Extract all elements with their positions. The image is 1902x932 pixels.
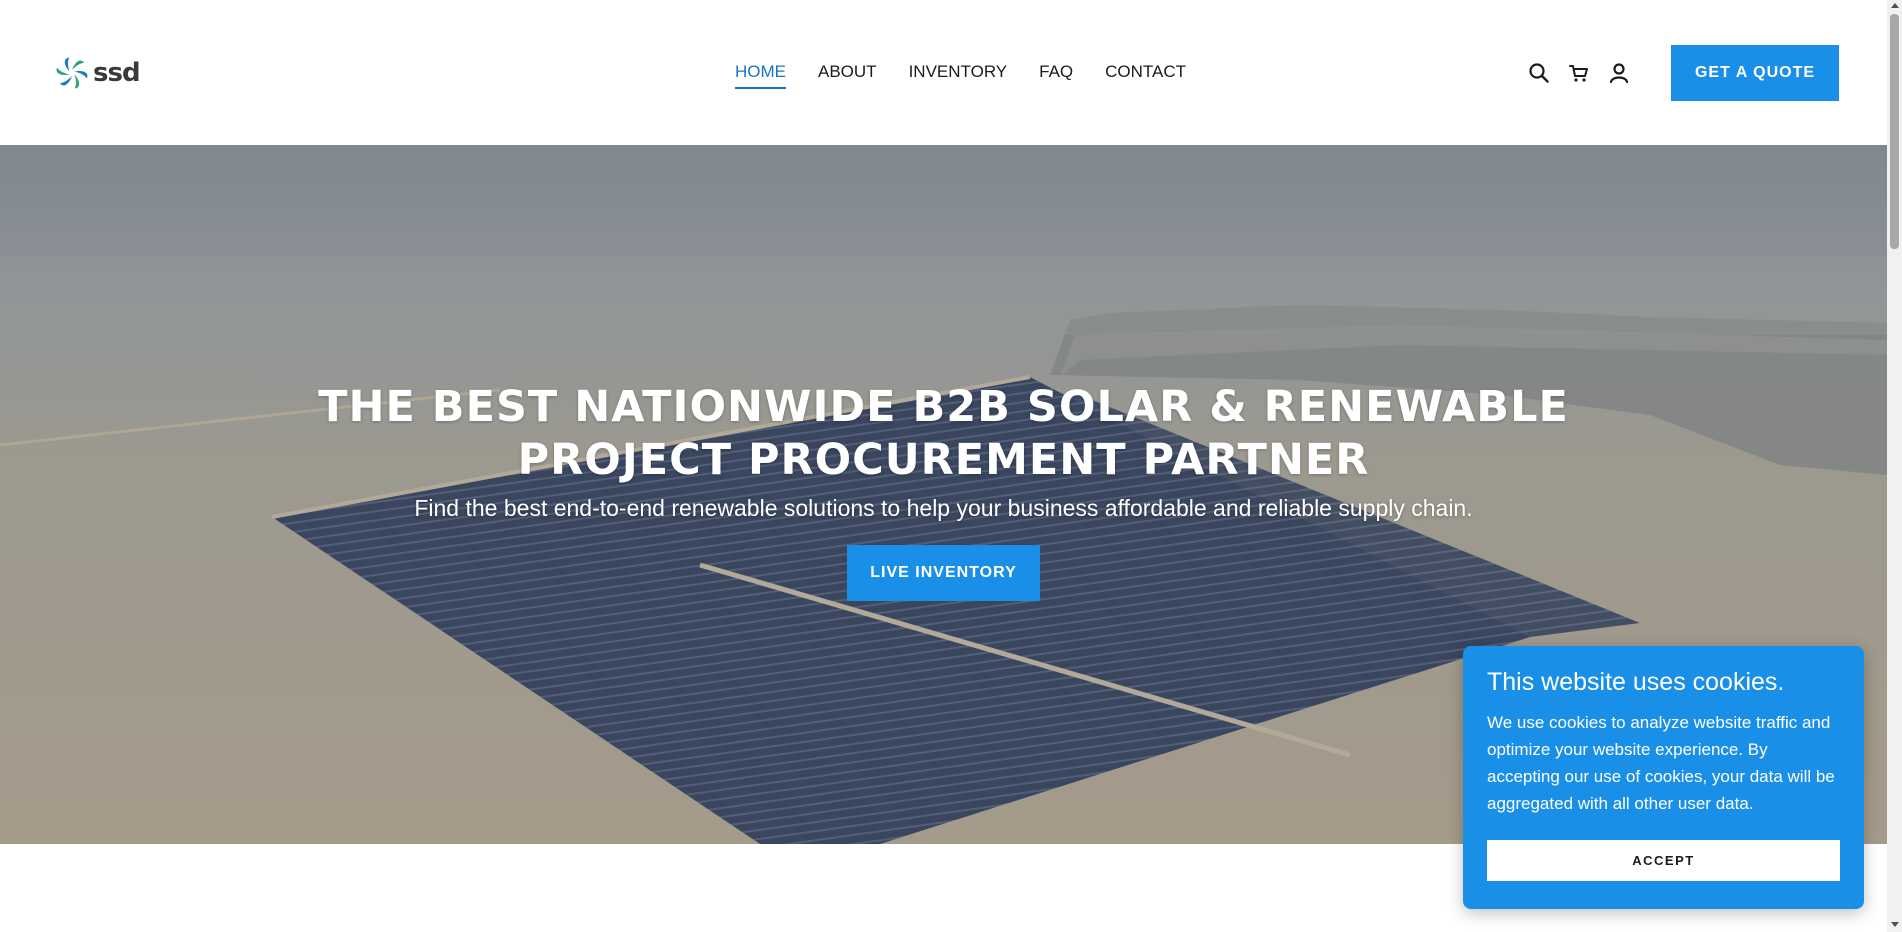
- logo[interactable]: ssd: [55, 56, 141, 90]
- nav-item-faq[interactable]: FAQ: [1039, 62, 1073, 89]
- hero-title-line-1: THE BEST NATIONWIDE B2B SOLAR & RENEWABL…: [318, 382, 1569, 432]
- page-scrollbar[interactable]: [1887, 0, 1902, 932]
- account-icon[interactable]: [1607, 61, 1631, 85]
- search-icon[interactable]: [1527, 61, 1551, 85]
- cookie-banner: This website uses cookies. We use cookie…: [1463, 646, 1864, 909]
- scroll-down-arrow-icon[interactable]: [1891, 922, 1899, 927]
- hero-title: THE BEST NATIONWIDE B2B SOLAR & RENEWABL…: [0, 381, 1887, 487]
- scrollbar-thumb[interactable]: [1890, 14, 1899, 249]
- header-icons: [1527, 61, 1631, 85]
- nav-item-contact[interactable]: CONTACT: [1105, 62, 1186, 89]
- live-inventory-button[interactable]: LIVE INVENTORY: [847, 545, 1040, 601]
- nav-item-inventory[interactable]: INVENTORY: [909, 62, 1008, 89]
- logo-icon: [56, 57, 88, 89]
- site-header: ssd HOME ABOUT INVENTORY FAQ CONTACT GET…: [0, 0, 1887, 145]
- accept-cookies-button[interactable]: ACCEPT: [1487, 840, 1840, 881]
- get-a-quote-button[interactable]: GET A QUOTE: [1671, 45, 1839, 101]
- nav-item-about[interactable]: ABOUT: [818, 62, 877, 89]
- cookie-title: This website uses cookies.: [1487, 668, 1785, 696]
- cart-icon[interactable]: [1567, 61, 1591, 85]
- hero-title-line-2: PROJECT PROCUREMENT PARTNER: [517, 435, 1370, 485]
- scroll-up-arrow-icon[interactable]: [1891, 3, 1899, 8]
- hero-subtitle: Find the best end-to-end renewable solut…: [414, 495, 1473, 521]
- cookie-body: We use cookies to analyze website traffi…: [1487, 713, 1835, 813]
- logo-text: ssd: [93, 58, 141, 88]
- main-nav: HOME ABOUT INVENTORY FAQ CONTACT: [735, 62, 1186, 89]
- nav-item-home[interactable]: HOME: [735, 62, 786, 89]
